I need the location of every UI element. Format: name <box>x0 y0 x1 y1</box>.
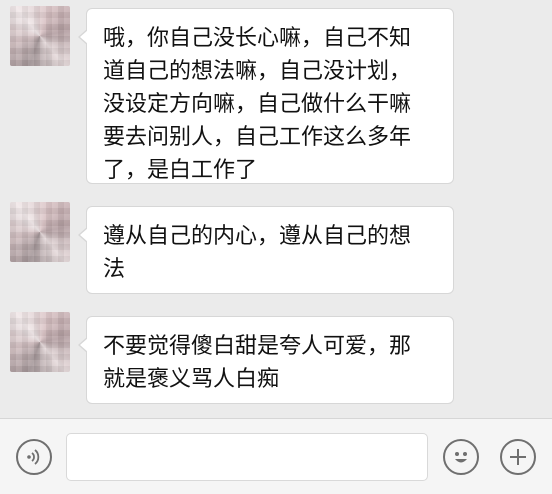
message-input[interactable] <box>66 433 428 481</box>
emoji-icon <box>455 452 467 463</box>
avatar[interactable] <box>10 6 70 66</box>
message-bubble[interactable]: 不要觉得傻白甜是夸人可爱，那 就是褒义骂人白痴 <box>78 316 454 404</box>
avatar[interactable] <box>10 312 70 372</box>
plus-icon <box>510 449 526 465</box>
emoji-button[interactable] <box>443 439 479 475</box>
chat-area: 哦，你自己没长心嘛，自己不知 道自己的想法嘛，自己没计划， 没设定方向嘛，自己做… <box>0 0 552 418</box>
input-bar <box>0 418 552 494</box>
voice-button[interactable] <box>16 439 52 475</box>
voice-icon <box>27 449 40 465</box>
message-bubble[interactable]: 遵从自己的内心，遵从自己的想 法 <box>78 206 454 294</box>
avatar[interactable] <box>10 202 70 262</box>
add-button[interactable] <box>500 439 536 475</box>
message-bubble[interactable]: 哦，你自己没长心嘛，自己不知 道自己的想法嘛，自己没计划， 没设定方向嘛，自己做… <box>78 8 454 184</box>
